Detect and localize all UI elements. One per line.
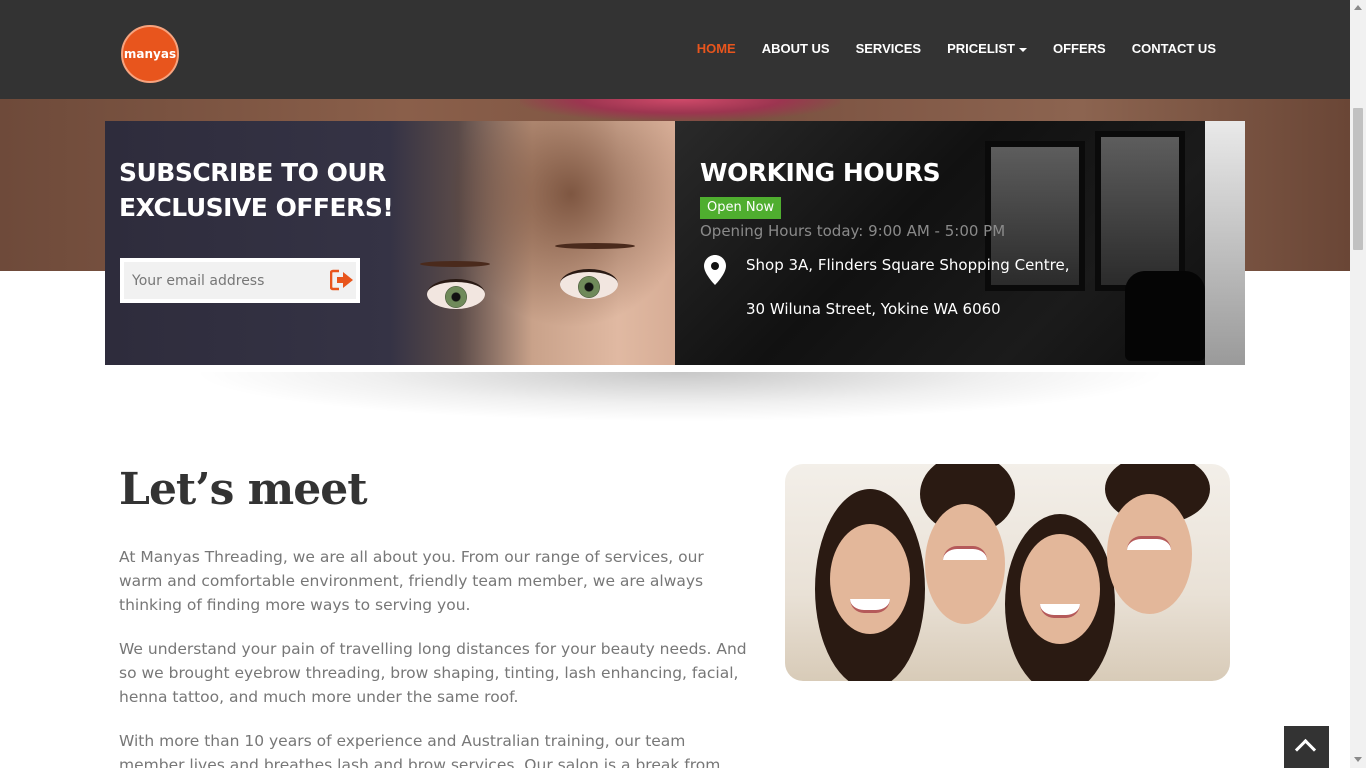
right-eye-image bbox=[560, 269, 618, 299]
team-member-2-smile bbox=[943, 546, 987, 560]
nav-item-services[interactable]: SERVICES bbox=[856, 41, 922, 56]
scrollbar-thumb[interactable] bbox=[1353, 108, 1363, 250]
about-paragraph-2: We understand your pain of travelling lo… bbox=[119, 640, 747, 706]
team-member-1-face bbox=[830, 524, 910, 634]
address-line-2: 30 Wiluna Street, Yokine WA 6060 bbox=[746, 300, 1001, 318]
open-now-badge: Open Now bbox=[700, 197, 782, 219]
team-member-3-face bbox=[1020, 534, 1100, 644]
site-logo[interactable]: manyas bbox=[121, 25, 179, 83]
about-heading: Let’s meet bbox=[119, 464, 368, 515]
left-eye-image bbox=[427, 279, 485, 309]
nav-item-pricelist[interactable]: PRICELIST bbox=[947, 41, 1027, 56]
main-nav: HOME ABOUT US SERVICES PRICELIST OFFERS … bbox=[671, 41, 1216, 56]
nav-item-about-us[interactable]: ABOUT US bbox=[762, 41, 830, 56]
nav-item-pricelist-label: PRICELIST bbox=[947, 41, 1015, 56]
scroll-up-arrow-icon[interactable] bbox=[1354, 5, 1362, 10]
salon-mirror-image-2 bbox=[1095, 131, 1185, 291]
nav-item-contact-us[interactable]: CONTACT US bbox=[1132, 41, 1216, 56]
section-shadow-divider bbox=[190, 372, 1170, 422]
caret-down-icon bbox=[1019, 47, 1027, 52]
nav-item-home[interactable]: HOME bbox=[697, 41, 736, 56]
team-photo bbox=[785, 464, 1230, 681]
logo-text: manyas bbox=[123, 47, 177, 61]
team-member-4-smile bbox=[1127, 536, 1171, 550]
sign-in-icon[interactable] bbox=[330, 269, 354, 291]
salon-window-image bbox=[1205, 121, 1245, 365]
hero-lips-detail bbox=[520, 99, 840, 121]
nav-item-offers[interactable]: OFFERS bbox=[1053, 41, 1106, 56]
opening-hours-today: Opening Hours today: 9:00 AM - 5:00 PM bbox=[700, 222, 1006, 240]
team-member-4-face bbox=[1107, 494, 1192, 614]
back-to-top-button[interactable] bbox=[1284, 726, 1329, 768]
team-member-2-face bbox=[925, 504, 1005, 624]
subscribe-title: SUBSCRIBE TO OUR EXCLUSIVE OFFERS! bbox=[119, 158, 394, 222]
subscribe-form bbox=[120, 258, 360, 303]
about-paragraph-1: At Manyas Threading, we are all about yo… bbox=[119, 548, 704, 614]
right-eyebrow-image bbox=[555, 243, 635, 249]
scroll-down-arrow-icon[interactable] bbox=[1354, 757, 1362, 762]
navbar: manyas HOME ABOUT US SERVICES PRICELIST … bbox=[0, 0, 1350, 99]
address-line-1: Shop 3A, Flinders Square Shopping Centre… bbox=[746, 256, 1070, 274]
map-pin-icon bbox=[704, 255, 726, 285]
working-hours-title: WORKING HOURS bbox=[700, 158, 941, 187]
email-input[interactable] bbox=[124, 262, 314, 299]
salon-chair-image bbox=[1125, 271, 1205, 361]
page-scrollbar[interactable] bbox=[1350, 0, 1366, 768]
left-eyebrow-image bbox=[420, 261, 490, 267]
about-paragraph-3: With more than 10 years of experience an… bbox=[119, 732, 721, 768]
model-hair-image bbox=[415, 121, 675, 365]
